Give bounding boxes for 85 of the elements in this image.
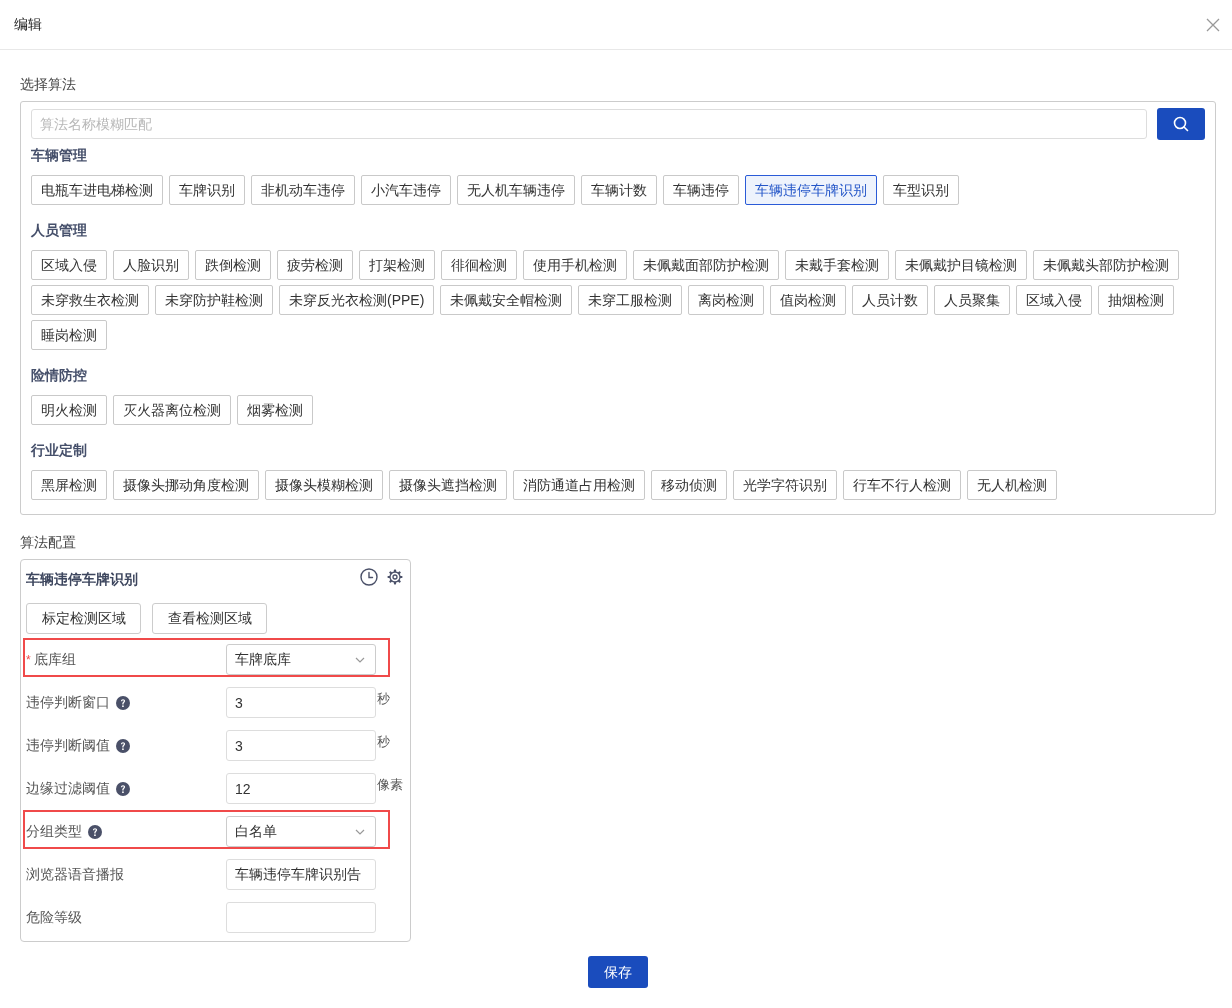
save-button[interactable]: 保存 bbox=[588, 956, 648, 988]
search-icon bbox=[1173, 116, 1189, 132]
help-icon[interactable] bbox=[116, 738, 130, 753]
algorithm-tag[interactable]: 无人机车辆违停 bbox=[457, 175, 575, 205]
input-field[interactable]: 3 bbox=[226, 730, 376, 761]
algorithm-tag[interactable]: 未佩戴面部防护检测 bbox=[633, 250, 779, 280]
algorithm-tag[interactable]: 消防通道占用检测 bbox=[513, 470, 645, 500]
algorithm-tag[interactable]: 移动侦测 bbox=[651, 470, 727, 500]
algorithm-tag[interactable]: 电瓶车进电梯检测 bbox=[31, 175, 163, 205]
search-button[interactable] bbox=[1157, 108, 1205, 140]
algorithm-tag[interactable]: 车辆违停 bbox=[663, 175, 739, 205]
input-field[interactable]: 车辆违停车牌识别告 bbox=[226, 859, 376, 890]
field-label: 浏览器语音播报 bbox=[26, 865, 124, 884]
field-label: 边缘过滤阈值 bbox=[26, 779, 110, 798]
field-label: 分组类型 bbox=[26, 822, 82, 841]
category-heading: 险情防控 bbox=[31, 366, 87, 385]
algorithm-tag[interactable]: 疲劳检测 bbox=[277, 250, 353, 280]
select-field[interactable]: 车牌底库 bbox=[226, 644, 376, 675]
category-heading: 车辆管理 bbox=[31, 146, 87, 165]
settings-icon[interactable] bbox=[387, 569, 403, 585]
algorithm-tag[interactable]: 徘徊检测 bbox=[441, 250, 517, 280]
algorithm-tag[interactable]: 车型识别 bbox=[883, 175, 959, 205]
algorithm-tag[interactable]: 摄像头模糊检测 bbox=[265, 470, 383, 500]
close-icon[interactable] bbox=[1206, 17, 1220, 32]
algorithm-tag[interactable]: 值岗检测 bbox=[770, 285, 847, 315]
algorithm-tag[interactable]: 未穿防护鞋检测 bbox=[155, 285, 273, 315]
section-label: 选择算法 bbox=[20, 75, 76, 94]
help-icon[interactable] bbox=[88, 824, 102, 839]
algorithm-tag[interactable]: 光学字符识别 bbox=[733, 470, 837, 500]
algorithm-tag[interactable]: 打架检测 bbox=[359, 250, 435, 280]
algorithm-tag[interactable]: 未戴手套检测 bbox=[785, 250, 889, 280]
dialog-title: 编辑 bbox=[14, 15, 42, 34]
input-field[interactable] bbox=[226, 902, 376, 933]
action-button[interactable]: 查看检测区域 bbox=[152, 603, 267, 634]
algorithm-tag[interactable]: 未佩戴护目镜检测 bbox=[895, 250, 1027, 280]
algorithm-tag[interactable]: 睡岗检测 bbox=[31, 320, 107, 350]
algorithm-tag[interactable]: 离岗检测 bbox=[688, 285, 765, 315]
algorithm-tag[interactable]: 明火检测 bbox=[31, 395, 107, 425]
algorithm-tag[interactable]: 小汽车违停 bbox=[361, 175, 451, 205]
clock-icon[interactable] bbox=[360, 568, 378, 586]
unit-label: 秒 bbox=[377, 732, 390, 751]
field-label: 违停判断阈值 bbox=[26, 736, 110, 755]
algorithm-tag[interactable]: 使用手机检测 bbox=[523, 250, 627, 280]
algorithm-tag[interactable]: 区域入侵 bbox=[31, 250, 107, 280]
card-title: 车辆违停车牌识别 bbox=[26, 570, 138, 589]
category-heading: 人员管理 bbox=[31, 221, 87, 240]
algorithm-tag[interactable]: 摄像头挪动角度检测 bbox=[113, 470, 259, 500]
required-mark: * bbox=[26, 651, 31, 669]
algorithm-tag[interactable]: 未穿工服检测 bbox=[578, 285, 683, 315]
algorithm-tag[interactable]: 灭火器离位检测 bbox=[113, 395, 231, 425]
algorithm-tag[interactable]: 行车不行人检测 bbox=[843, 470, 961, 500]
algorithm-tag[interactable]: 未佩戴安全帽检测 bbox=[440, 285, 573, 315]
algorithm-tag[interactable]: 人员计数 bbox=[852, 285, 929, 315]
unit-label: 像素 bbox=[377, 775, 403, 794]
algorithm-tag[interactable]: 非机动车违停 bbox=[251, 175, 355, 205]
help-icon[interactable] bbox=[116, 695, 130, 710]
chevron-down-icon bbox=[355, 828, 365, 835]
algorithm-tag[interactable]: 抽烟检测 bbox=[1098, 285, 1175, 315]
algorithm-tag[interactable]: 人脸识别 bbox=[113, 250, 189, 280]
algorithm-tag[interactable]: 跌倒检测 bbox=[195, 250, 271, 280]
field-label: 底库组 bbox=[33, 650, 76, 669]
algorithm-tag[interactable]: 无人机检测 bbox=[967, 470, 1057, 500]
algorithm-tag[interactable]: 烟雾检测 bbox=[237, 395, 313, 425]
unit-label: 秒 bbox=[377, 689, 390, 708]
input-field[interactable]: 12 bbox=[226, 773, 376, 804]
algorithm-tag[interactable]: 摄像头遮挡检测 bbox=[389, 470, 507, 500]
action-button[interactable]: 标定检测区域 bbox=[26, 603, 141, 634]
algorithm-tag[interactable]: 未穿反光衣检测(PPE) bbox=[279, 285, 435, 315]
select-field[interactable]: 白名单 bbox=[226, 816, 376, 847]
chevron-down-icon bbox=[355, 656, 365, 663]
input-field[interactable]: 3 bbox=[226, 687, 376, 718]
category-heading: 行业定制 bbox=[31, 441, 87, 460]
algorithm-tag[interactable]: 车辆违停车牌识别 bbox=[745, 175, 877, 205]
algorithm-tag[interactable]: 车辆计数 bbox=[581, 175, 657, 205]
help-icon[interactable] bbox=[116, 781, 130, 796]
algorithm-tag[interactable]: 人员聚集 bbox=[934, 285, 1011, 315]
field-label: 违停判断窗口 bbox=[26, 693, 110, 712]
algorithm-tag[interactable]: 黑屏检测 bbox=[31, 470, 107, 500]
search-field[interactable]: 算法名称模糊匹配 bbox=[31, 109, 1147, 139]
algorithm-tag[interactable]: 车牌识别 bbox=[169, 175, 245, 205]
section-label: 算法配置 bbox=[20, 533, 76, 552]
algorithm-tag[interactable]: 未穿救生衣检测 bbox=[31, 285, 149, 315]
algorithm-tag[interactable]: 区域入侵 bbox=[1016, 285, 1093, 315]
field-label: 危险等级 bbox=[26, 908, 82, 927]
algorithm-tag[interactable]: 未佩戴头部防护检测 bbox=[1033, 250, 1179, 280]
